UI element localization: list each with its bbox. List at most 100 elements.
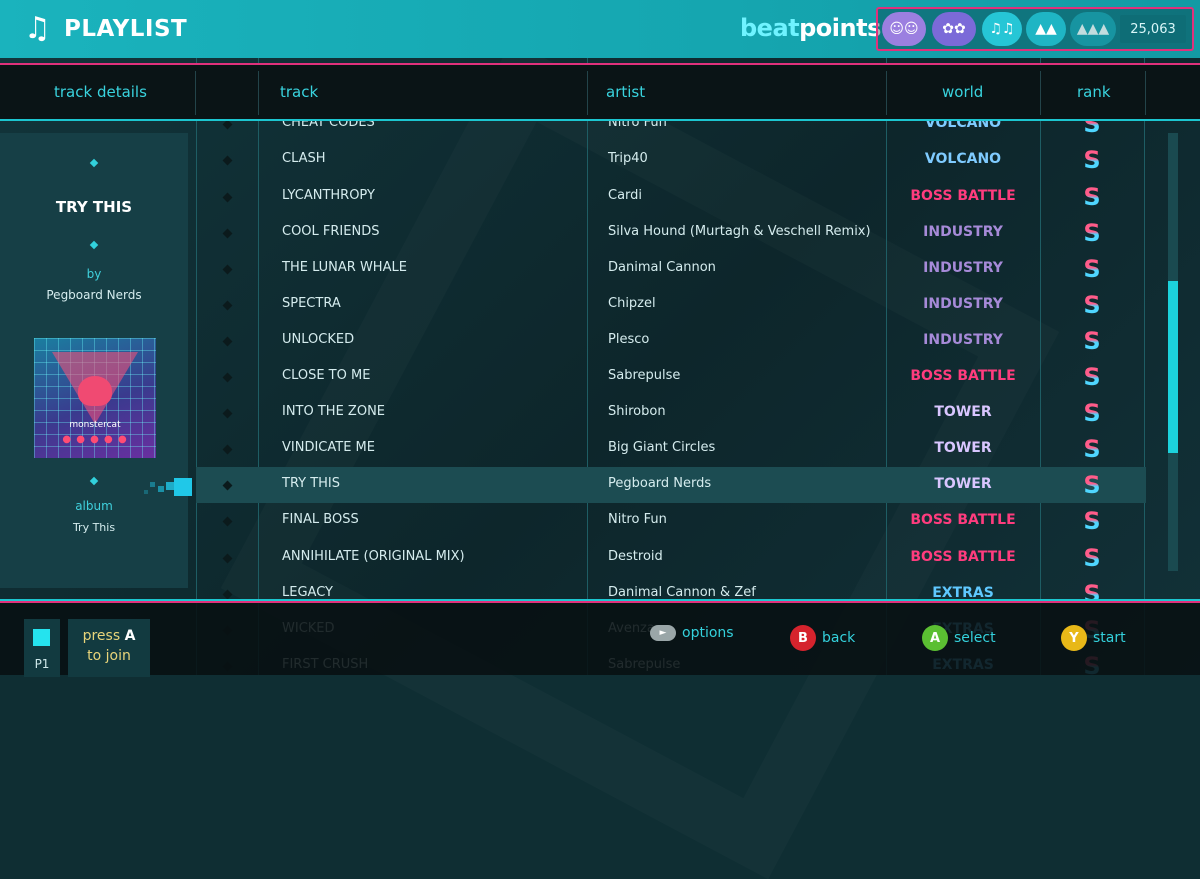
track-world: INDUSTRY (923, 331, 1003, 348)
b-button-icon: B (790, 625, 816, 651)
row-diamond-icon (222, 300, 233, 311)
diamond-icon (89, 476, 99, 486)
header-track[interactable]: track (280, 65, 318, 119)
track-name: ANNIHILATE (ORIGINAL MIX) (282, 548, 465, 564)
track-artist: Chipzel (608, 295, 656, 311)
page-title: PLAYLIST (64, 16, 188, 42)
track-row[interactable]: CLASH Trip40 VOLCANO S (196, 142, 1146, 178)
track-details-panel: TRY THIS by Pegboard Nerds monstercat ● … (0, 133, 188, 588)
track-row[interactable]: THE LUNAR WHALE Danimal Cannon INDUSTRY S (196, 251, 1146, 287)
track-rank: S (1080, 327, 1104, 355)
triangle-badge-icon: ▲▲ (1026, 12, 1066, 46)
header-rank[interactable]: rank (1077, 65, 1111, 119)
select-hint[interactable]: A select (922, 625, 996, 651)
film-reel-badge-icon: ✿✿ (932, 12, 976, 46)
diamond-icon (89, 240, 99, 250)
track-row[interactable]: INTO THE ZONE Shirobon TOWER S (196, 395, 1146, 431)
track-row[interactable]: ANNIHILATE (ORIGINAL MIX) Destroid BOSS BA… (196, 540, 1146, 576)
diamond-icon (89, 158, 99, 168)
track-artist: Nitro Fun (608, 512, 667, 528)
track-row[interactable]: VINDICATE ME Big Giant Circles TOWER S (196, 431, 1146, 467)
track-rank: S (1080, 146, 1104, 174)
track-name: INTO THE ZONE (282, 404, 386, 420)
track-world: BOSS BATTLE (910, 548, 1016, 565)
row-diamond-icon (222, 228, 233, 239)
track-world: VOLCANO (924, 151, 1002, 168)
track-artist: Trip40 (608, 151, 648, 167)
row-diamond-icon (222, 553, 233, 563)
track-row[interactable]: TRY THIS Pegboard Nerds TOWER S (196, 467, 1146, 504)
detail-album: Try This (72, 521, 116, 534)
row-diamond-icon (222, 589, 233, 600)
track-world: INDUSTRY (923, 295, 1003, 312)
track-rank: S (1080, 219, 1104, 247)
header-artist[interactable]: artist (606, 65, 645, 119)
start-hint[interactable]: Y start (1061, 625, 1126, 651)
header-world[interactable]: world (942, 65, 983, 119)
track-name: FINAL BOSS (282, 512, 359, 528)
row-diamond-icon (222, 480, 233, 491)
column-header: track details track artist world rank (0, 63, 1200, 121)
track-row[interactable]: CLOSE TO ME Sabrepulse BOSS BATTLE S (196, 359, 1146, 395)
track-row[interactable]: SPECTRA Chipzel INDUSTRY S (196, 287, 1146, 323)
join-prompt: press A to join (68, 619, 150, 677)
player-color-swatch (33, 629, 50, 646)
track-row[interactable]: LYCANTHROPY Cardi BOSS BATTLE S (196, 179, 1146, 215)
track-artist: Cardi (608, 187, 643, 203)
mask-badge-icon: ☺☺ (882, 12, 926, 46)
row-diamond-icon (222, 192, 233, 202)
track-artist: Silva Hound (Murtagh & Veschell Remix) (608, 223, 871, 239)
row-diamond-icon (222, 444, 233, 455)
track-world: TOWER (934, 440, 992, 457)
track-rank: S (1080, 363, 1104, 391)
track-rank: S (1080, 399, 1104, 427)
track-rank: S (1080, 183, 1104, 211)
track-name: VINDICATE ME (282, 440, 375, 456)
track-rank: S (1080, 291, 1104, 319)
track-rank: S (1080, 255, 1104, 283)
track-name: UNLOCKED (282, 331, 355, 347)
track-artist: Big Giant Circles (608, 440, 716, 456)
options-hint[interactable]: ► options (650, 625, 734, 641)
row-diamond-icon (222, 408, 233, 419)
track-rank: S (1080, 544, 1104, 572)
track-name: LYCANTHROPY (282, 187, 375, 203)
beatpoints-panel: ☺☺ ✿✿ ♫♫ ▲▲ ▲▲▲ 25,063 (876, 7, 1194, 51)
track-artist: Pegboard Nerds (608, 476, 712, 492)
back-hint[interactable]: B back (790, 625, 855, 651)
note-badge-icon: ♫♫ (982, 12, 1022, 46)
row-diamond-icon (222, 372, 233, 383)
track-row[interactable]: UNLOCKED Plesco INDUSTRY S (196, 323, 1146, 359)
track-world: INDUSTRY (923, 223, 1003, 240)
scrollbar-thumb[interactable] (1168, 281, 1178, 453)
track-rank: S (1080, 507, 1104, 535)
detail-track-title: TRY THIS (55, 198, 133, 216)
track-name: CLOSE TO ME (282, 368, 371, 383)
row-diamond-icon (222, 516, 233, 527)
track-world: TOWER (934, 476, 992, 493)
track-name: LEGACY (282, 584, 333, 600)
player-label: P1 (34, 657, 50, 671)
track-row[interactable]: COOL FRIENDS Silva Hound (Murtagh & Vesch… (196, 215, 1146, 251)
music-note-icon: ♫ (24, 11, 51, 46)
track-world: BOSS BATTLE (910, 368, 1016, 384)
track-rank: S (1080, 435, 1104, 463)
triple-triangle-badge-icon: ▲▲▲ (1070, 12, 1116, 46)
beatpoints-score: 25,063 (1120, 15, 1186, 43)
detail-artist: Pegboard Nerds (46, 288, 142, 302)
row-diamond-icon (222, 336, 233, 347)
track-world: BOSS BATTLE (910, 187, 1016, 204)
track-name: TRY THIS (282, 476, 341, 492)
track-artist: Danimal Cannon (608, 259, 716, 275)
top-bar: ♫ PLAYLIST beatpoints ☺☺ ✿✿ ♫♫ ▲▲ ▲▲▲ 25… (0, 0, 1200, 58)
player-one-slot: P1 (24, 619, 60, 677)
track-name: THE LUNAR WHALE (282, 259, 407, 275)
row-diamond-icon (222, 119, 233, 130)
track-name: SPECTRA (282, 295, 341, 311)
track-world: BOSS BATTLE (910, 512, 1016, 529)
track-artist: Shirobon (608, 404, 666, 420)
track-name: COOL FRIENDS (282, 223, 380, 239)
track-artist: Plesco (608, 331, 650, 347)
track-artist: Danimal Cannon & Zef (608, 584, 756, 600)
track-row[interactable]: FINAL BOSS Nitro Fun BOSS BATTLE S (196, 503, 1146, 539)
